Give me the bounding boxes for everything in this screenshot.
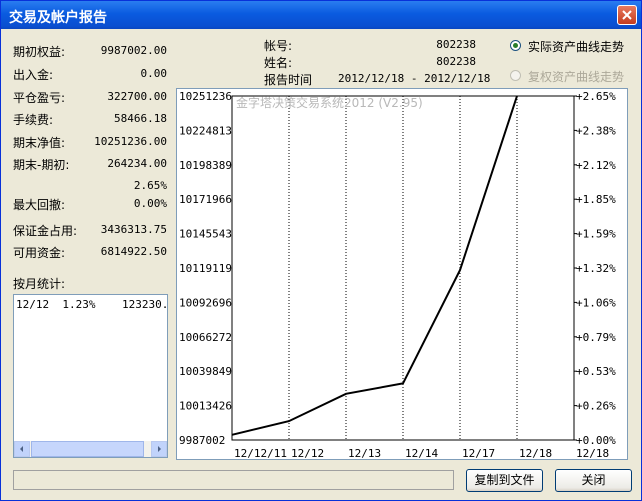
value-closed-pnl: 322700.00	[107, 90, 167, 103]
y-tick-label-right: +1.06%	[576, 296, 616, 309]
label-available-funds: 可用资金:	[13, 246, 66, 260]
close-button[interactable]: 关闭	[555, 469, 632, 492]
value-net-change-percent: 2.65%	[133, 179, 167, 192]
label-report-period: 报告时间	[264, 73, 313, 87]
label-final-equity: 期末净值:	[13, 136, 66, 150]
status-field	[13, 470, 454, 490]
label-closed-pnl: 平仓盈亏:	[13, 91, 66, 105]
close-icon	[622, 10, 632, 20]
y-tick-label-left: 10119119	[179, 262, 232, 275]
y-tick-label-left: 10198389	[179, 159, 232, 172]
equity-series-line	[231, 95, 518, 436]
x-tick-label: 12/14	[405, 447, 438, 459]
arrow-left-icon	[20, 446, 23, 452]
y-tick-label-right: +1.59%	[576, 228, 616, 241]
y-tick-label-left: 10145543	[179, 228, 232, 241]
y-tick-label-right: +0.00%	[576, 434, 616, 447]
label-account: 帐号:	[264, 39, 293, 53]
value-net-change: 264234.00	[107, 157, 167, 170]
y-tick-label-left: 10039849	[179, 365, 232, 378]
close-window-button[interactable]	[617, 5, 637, 25]
x-tick-label: 12/18	[576, 447, 609, 459]
value-report-period: 2012/12/18 - 2012/12/18	[338, 72, 491, 85]
label-max-drawdown: 最大回撤:	[13, 198, 66, 212]
equity-chart: 金字塔决策交易系统2012 (V2.95) 10251236 +2.65% 10224…	[176, 88, 628, 460]
label-fees: 手续费:	[13, 113, 54, 127]
label-net-change: 期末-期初:	[13, 158, 70, 172]
value-max-drawdown: 0.00%	[133, 197, 167, 210]
y-tick-label-left: 10224813	[179, 124, 232, 137]
value-fees: 58466.18	[114, 112, 167, 125]
radio-adjusted-indicator[interactable]	[510, 70, 521, 81]
value-name: 802238	[436, 55, 476, 68]
y-tick-label-left: 10251236	[179, 90, 232, 103]
y-tick-label-right: +1.85%	[576, 193, 616, 206]
radio-adjusted-curve[interactable]: 复权资产曲线走势	[510, 68, 635, 84]
report-window: 交易及帐户报告 期初权益: 9987002.00 出入金: 0.00 平仓盈亏:…	[0, 0, 642, 501]
copy-to-file-button[interactable]: 复制到文件	[466, 469, 543, 492]
scroll-thumb[interactable]	[31, 441, 144, 457]
value-account: 802238	[436, 38, 476, 51]
equity-chart-svg: 金字塔决策交易系统2012 (V2.95) 10251236 +2.65% 10224…	[179, 90, 616, 459]
radio-adjusted-label[interactable]: 复权资产曲线走势	[528, 68, 624, 85]
list-item[interactable]: 12/12 1.23% 123230.	[16, 298, 168, 311]
x-tick-label: 12/18	[519, 447, 552, 459]
y-tick-label-right: +2.65%	[576, 90, 616, 103]
x-tick-label: 12/12	[291, 447, 324, 459]
radio-actual-indicator[interactable]	[510, 40, 521, 51]
value-deposit-withdraw: 0.00	[140, 67, 168, 80]
y-tick-label-left: 10092696	[179, 296, 232, 309]
arrow-right-icon	[158, 446, 161, 452]
x-tick-label: 12/17	[462, 447, 495, 459]
y-tick-label-right: +2.12%	[576, 159, 616, 172]
x-tick-label: 12/12/11	[234, 447, 287, 459]
y-tick-label-left: 10066272	[179, 331, 232, 344]
label-initial-equity: 期初权益:	[13, 45, 66, 59]
y-tick-label-right: +0.26%	[576, 400, 616, 413]
value-initial-equity: 9987002.00	[100, 44, 167, 57]
label-name: 姓名:	[264, 56, 293, 70]
value-margin-used: 3436313.75	[100, 223, 167, 236]
y-tick-label-left: 9987002	[179, 434, 225, 447]
y-tick-label-right: +1.32%	[576, 262, 616, 275]
label-margin-used: 保证金占用:	[13, 224, 78, 238]
y-tick-label-left: 10013426	[179, 400, 232, 413]
radio-actual-label[interactable]: 实际资产曲线走势	[528, 38, 624, 55]
radio-actual-curve[interactable]: 实际资产曲线走势	[510, 38, 635, 54]
y-tick-label-left: 10171966	[179, 193, 232, 206]
chart-watermark: 金字塔决策交易系统2012 (V2.95)	[236, 95, 423, 110]
scroll-left-button[interactable]	[14, 441, 30, 457]
monthly-stats-list[interactable]: 12/12 1.23% 123230.	[13, 294, 168, 458]
value-available-funds: 6814922.50	[100, 245, 167, 258]
title-bar[interactable]: 交易及帐户报告	[1, 1, 641, 29]
window-title: 交易及帐户报告	[9, 10, 107, 26]
x-tick-label: 12/13	[348, 447, 381, 459]
y-tick-label-right: +0.53%	[576, 365, 616, 378]
value-final-equity: 10251236.00	[94, 135, 167, 148]
y-tick-label-right: +0.79%	[576, 331, 616, 344]
horizontal-scrollbar[interactable]	[14, 441, 167, 457]
monthly-stats-label: 按月统计:	[13, 277, 66, 291]
scroll-right-button[interactable]	[151, 441, 167, 457]
y-tick-label-right: +2.38%	[576, 124, 616, 137]
label-deposit-withdraw: 出入金:	[13, 68, 54, 82]
